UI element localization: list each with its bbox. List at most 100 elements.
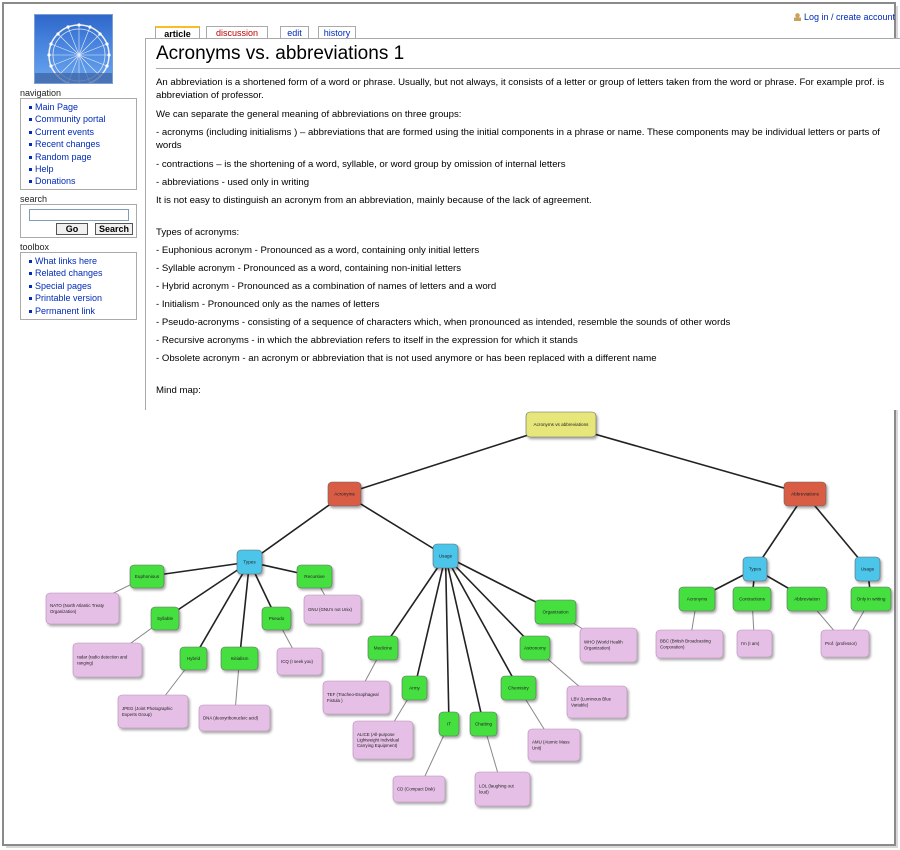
sidebar-item-current-events[interactable]: Current events <box>29 126 136 138</box>
mind-map-node-org[interactable]: Organization <box>534 599 577 625</box>
mind-map-node-label: Initialism <box>231 656 249 661</box>
mind-map-node-cd[interactable]: CD (Compact Disk) <box>392 775 446 803</box>
mind-map-node-label: Hybrid <box>187 656 201 661</box>
mind-map-node-oiw[interactable]: Only in writing <box>850 586 892 612</box>
mind-map-node-label: Types <box>749 567 762 572</box>
mind-map-node-alice[interactable]: ALICE (All-purpose Lightweight Individual… <box>352 720 414 760</box>
mind-map-node-label: ALICE (All-purpose Lightweight Individual… <box>357 732 399 748</box>
mind-map-node-who[interactable]: WHO (World Health Organization) <box>579 627 638 663</box>
mind-map-node-im[interactable]: I'm (I am) <box>736 629 773 658</box>
mind-map-node-label: Chatting <box>475 722 493 727</box>
mind-map-node-tef[interactable]: TEF (Tracheo-Esophageal Fistula ) <box>322 680 391 715</box>
mind-map-node-med[interactable]: Medicine <box>367 635 399 661</box>
mind-map-node-contr[interactable]: Contractions <box>732 586 772 612</box>
paragraph: Types of acronyms: <box>156 227 240 238</box>
mind-map-node-hyb[interactable]: Hybrid <box>179 646 208 671</box>
paragraph: - Obsolete acronym - an acronym or abbre… <box>156 353 657 364</box>
mind-map-node-lbv[interactable]: LBV (Luminous Blue Variable) <box>566 685 628 719</box>
mind-map-node-syll[interactable]: Syllable <box>150 606 180 631</box>
mind-map-node-recu[interactable]: Recursive <box>296 564 333 589</box>
mind-map-node-abbr2[interactable]: Abbreviation <box>786 586 828 612</box>
mind-map-node-radar[interactable]: radar (radio detection and ranging) <box>72 642 143 678</box>
go-button[interactable]: Go <box>56 223 88 235</box>
toolbox-list: What links here Related changes Special pa… <box>21 253 136 317</box>
mind-map-node-usage2[interactable]: Usage <box>854 556 881 582</box>
mind-map-edge <box>444 555 485 725</box>
paragraph: - Recursive acronyms - in which the abbr… <box>156 335 578 346</box>
mind-map-node-acr2[interactable]: Acronyms <box>678 586 716 612</box>
mind-map-node-label: Acronyms <box>334 492 355 497</box>
paragraph: - acronyms (including initialisms ) – ab… <box>156 127 880 151</box>
mind-map-node-prof[interactable]: Prof. (professor) <box>820 629 870 658</box>
mind-map-edge <box>444 555 520 689</box>
mind-map-node-pseu[interactable]: Pseudo <box>261 606 292 631</box>
mind-map-node-it[interactable]: IT <box>438 711 460 737</box>
toolbox-item-special-pages[interactable]: Special pages <box>29 280 136 292</box>
tab-discussion[interactable]: discussion <box>206 26 268 38</box>
mind-map-node-types1[interactable]: Types <box>236 549 263 575</box>
mind-map-node-label: Prof. (professor) <box>825 641 857 646</box>
mind-map-node-label: I'm (I am) <box>741 641 760 646</box>
tab-article[interactable]: article <box>155 26 200 39</box>
paragraph: - Initialism - Pronounced only as the na… <box>156 299 380 310</box>
mind-map-node-euph[interactable]: Euphonious <box>129 564 165 589</box>
mind-map: Acronyms vs abbreviations Acronyms Abbrevi… <box>0 410 900 850</box>
mind-map-edge <box>560 423 806 495</box>
title-divider <box>156 68 900 69</box>
site-logo[interactable] <box>34 14 113 84</box>
mind-map-heading: Mind map: <box>156 385 201 396</box>
mind-map-node-usage1[interactable]: Usage <box>432 543 459 569</box>
toolbox-item-permanent-link[interactable]: Permanent link <box>29 305 136 317</box>
paragraph: - Pseudo-acronyms - consisting of a sequ… <box>156 317 731 328</box>
mind-map-node-astr[interactable]: Astronomy <box>519 635 551 661</box>
sidebar-item-donations[interactable]: Donations <box>29 175 136 187</box>
page-title: Acronyms vs. abbreviations 1 <box>156 43 405 64</box>
mind-map-node-label: Euphonious <box>135 574 160 579</box>
mind-map-node-label: Abbreviations <box>791 492 820 497</box>
mind-map-node-nato[interactable]: NATO (North Atlantic Treaty Organization) <box>45 592 120 625</box>
mind-map-node-lol[interactable]: LOL (laughing out loud) <box>474 771 531 807</box>
paragraph: An abbreviation is a shortened form of a… <box>156 77 885 101</box>
sidebar-item-recent-changes[interactable]: Recent changes <box>29 138 136 150</box>
tab-history[interactable]: history <box>318 26 356 38</box>
mind-map-node-chem[interactable]: Chemistry <box>500 675 537 701</box>
mind-map-node-gnu[interactable]: GNU (GNU's not Unix) <box>303 594 362 625</box>
mind-map-node-acr[interactable]: Acronyms <box>327 481 362 507</box>
mind-map-node-label: CD (Compact Disk) <box>397 787 435 792</box>
mind-map-node-chat[interactable]: Chatting <box>469 711 498 737</box>
mind-map-node-label: Chemistry <box>508 686 529 691</box>
mind-map-node-label: Usage <box>439 554 453 559</box>
sidebar-item-main-page[interactable]: Main Page <box>29 101 136 113</box>
ferris-wheel-icon <box>35 23 112 83</box>
mind-map-node-icq[interactable]: ICQ (I seek you) <box>276 647 323 676</box>
toolbox-title: toolbox <box>20 242 50 252</box>
mind-map-node-jpeg[interactable]: JPEG (Joint Photographic Experts Group) <box>117 694 189 729</box>
paragraph: - Hybrid acronym - Pronounced as a combi… <box>156 281 497 292</box>
mind-map-node-label: Acronyms <box>687 597 708 602</box>
toolbox-item-printable-version[interactable]: Printable version <box>29 292 136 304</box>
sidebar-item-help[interactable]: Help <box>29 163 136 175</box>
mind-map-node-amu[interactable]: AMU (Atomic Mass Unit) <box>527 728 581 762</box>
paragraph: - contractions – is the shortening of a … <box>156 159 566 170</box>
sidebar-item-random-page[interactable]: Random page <box>29 151 136 163</box>
mind-map-node-army[interactable]: Army <box>401 675 428 701</box>
mind-map-node-dna[interactable]: DNA (deoxyribonucleic acid) <box>198 704 271 732</box>
mind-map-node-label: IT <box>447 722 451 727</box>
mind-map-node-label: Only in writing <box>857 597 886 602</box>
tab-edit[interactable]: edit <box>280 26 309 38</box>
mind-map-node-types2[interactable]: Types <box>742 556 768 582</box>
mind-map-node-label: Syllable <box>157 616 174 621</box>
login-link[interactable]: Log in / create account <box>794 12 895 22</box>
search-input[interactable] <box>29 209 129 221</box>
sidebar-item-community-portal[interactable]: Community portal <box>29 113 136 125</box>
mind-map-node-label: Pseudo <box>269 616 285 621</box>
mind-map-node-bbc[interactable]: BBC (British Broadcasting Corporation) <box>655 629 724 659</box>
search-button[interactable]: Search <box>95 223 133 235</box>
content-area: Acronyms vs. abbreviations 1 An abbrevia… <box>145 38 900 410</box>
toolbox-item-what-links-here[interactable]: What links here <box>29 255 136 267</box>
mind-map-node-init[interactable]: Initialism <box>220 646 259 671</box>
mind-map-node-root[interactable]: Acronyms vs abbreviations <box>525 411 597 438</box>
mind-map-node-abb[interactable]: Abbreviations <box>783 481 827 507</box>
toolbox-item-related-changes[interactable]: Related changes <box>29 267 136 279</box>
navigation-title: navigation <box>20 88 62 98</box>
